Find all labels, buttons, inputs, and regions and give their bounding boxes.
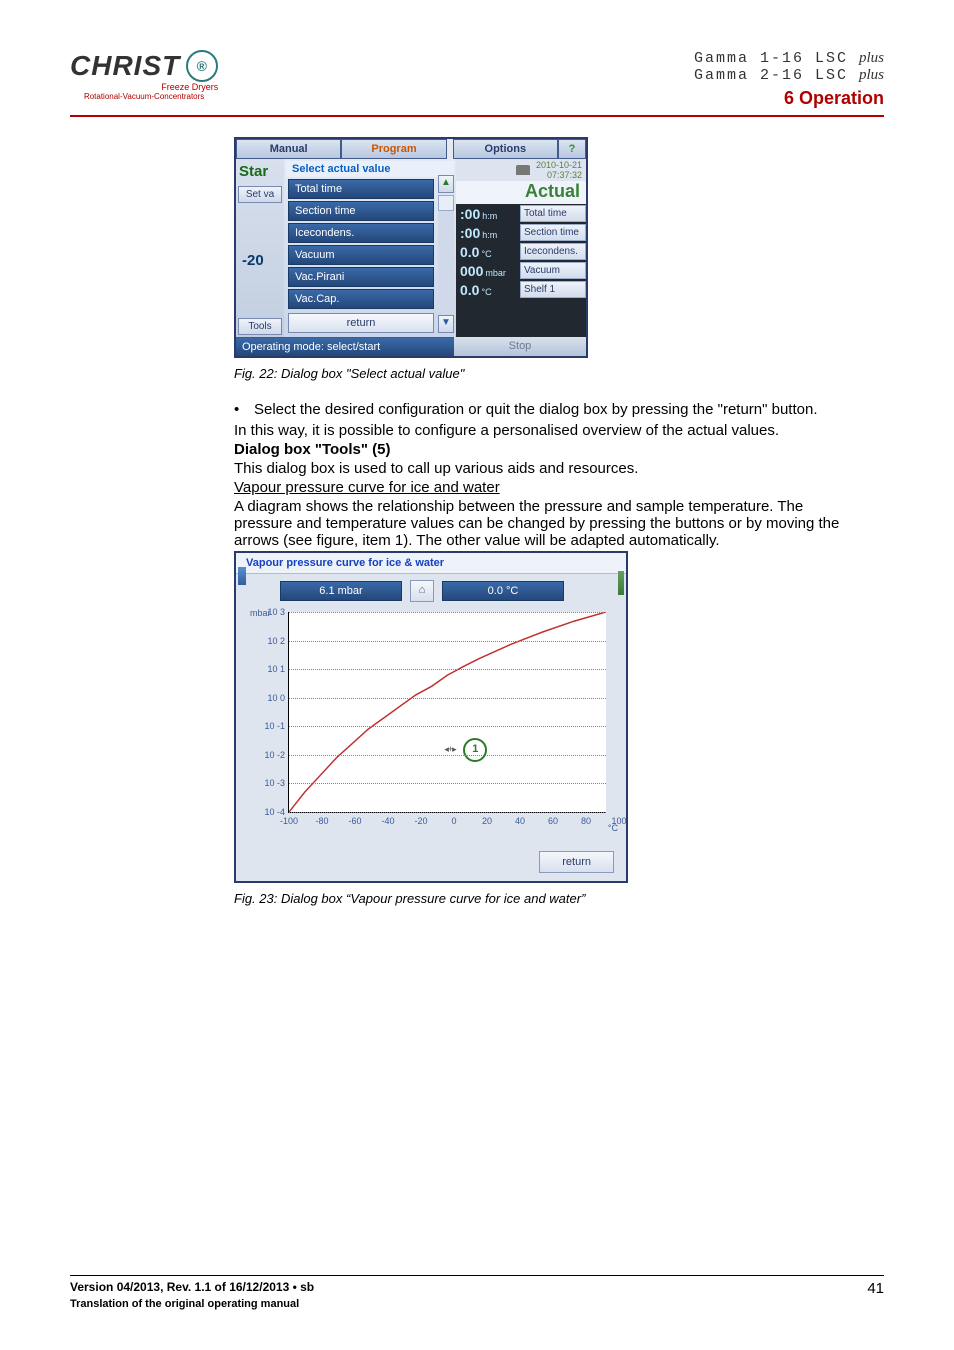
- scroll-down-icon[interactable]: ▼: [438, 315, 454, 333]
- bullet-icon: •: [234, 401, 254, 418]
- printer-icon: [516, 165, 530, 175]
- vapour-pressure-chart: ◂+▸ 1 10 310 210 110 010 -110 -210 -310 …: [288, 612, 606, 813]
- lbl-vacuum[interactable]: Vacuum: [520, 262, 586, 279]
- logo-text: CHRIST: [70, 50, 180, 82]
- y-tick: 10 1: [259, 664, 285, 674]
- header-rule: [70, 115, 884, 117]
- tab-options[interactable]: Options: [453, 139, 558, 159]
- y-tick: 10 -3: [259, 778, 285, 788]
- menu-title: Select actual value: [286, 161, 454, 177]
- footer-stop-button[interactable]: Stop: [454, 337, 586, 356]
- footer-mode-label[interactable]: Operating mode: select/start: [236, 337, 454, 356]
- y-tick: 10 2: [259, 636, 285, 646]
- menu-item-vacuum[interactable]: Vacuum: [288, 245, 434, 265]
- gridline-h: [289, 612, 606, 613]
- actual-label: Actual: [456, 181, 586, 204]
- logo-subtitle-2: Rotational-Vacuum-Concentrators: [70, 92, 218, 101]
- pressure-value-button[interactable]: 6.1 mbar: [280, 581, 402, 601]
- right-edge-strip: [618, 571, 624, 595]
- val-shelf1: 0.0: [460, 282, 479, 298]
- lbl-icecondens[interactable]: Icecondens.: [520, 243, 586, 260]
- home-icon[interactable]: ⌂: [410, 580, 434, 602]
- y-tick: 10 0: [259, 693, 285, 703]
- page-number: 41: [867, 1280, 884, 1310]
- tab-manual[interactable]: Manual: [236, 139, 341, 159]
- left-edge-strip: [238, 567, 246, 585]
- paragraph-tools: This dialog box is used to call up vario…: [234, 460, 864, 477]
- gridline-h: [289, 641, 606, 642]
- paragraph-overview: In this way, it is possible to configure…: [234, 422, 864, 439]
- x-tick: -20: [414, 816, 427, 826]
- val-section-time: :00: [460, 225, 480, 241]
- label-neg20: -20: [236, 248, 284, 273]
- x-tick: -80: [315, 816, 328, 826]
- gridline-h: [289, 726, 606, 727]
- scroll-up-icon[interactable]: ▲: [438, 175, 454, 193]
- figure-23-caption: Fig. 23: Dialog box “Vapour pressure cur…: [234, 891, 864, 906]
- menu-item-vac-cap[interactable]: Vac.Cap.: [288, 289, 434, 309]
- val-icecondens: 0.0: [460, 244, 479, 260]
- paragraph-vapour: A diagram shows the relationship between…: [234, 498, 864, 549]
- y-tick: 10 -1: [259, 721, 285, 731]
- x-tick: 0: [451, 816, 456, 826]
- temperature-value-button[interactable]: 0.0 °C: [442, 581, 564, 601]
- chart-curve: [289, 612, 606, 812]
- x-tick: -100: [280, 816, 298, 826]
- gridline-h: [289, 783, 606, 784]
- subheading-vapour: Vapour pressure curve for ice and water: [234, 479, 864, 496]
- val-vacuum: 000: [460, 263, 483, 279]
- tools-button[interactable]: Tools: [238, 318, 282, 335]
- menu-item-section-time[interactable]: Section time: [288, 201, 434, 221]
- dialog-vapour-pressure: Vapour pressure curve for ice & water 6.…: [234, 551, 628, 883]
- label-star: Star: [236, 159, 284, 184]
- logo-subtitle-1: Freeze Dryers: [70, 82, 218, 92]
- x-axis-unit: °C: [608, 823, 618, 833]
- tab-help[interactable]: ?: [558, 139, 586, 159]
- tab-program[interactable]: Program: [341, 139, 446, 159]
- lbl-section-time[interactable]: Section time: [520, 224, 586, 241]
- lbl-total-time[interactable]: Total time: [520, 205, 586, 222]
- footer-rule: [70, 1275, 884, 1276]
- dialog2-title: Vapour pressure curve for ice & water: [236, 553, 626, 574]
- scrollbar-track[interactable]: [438, 195, 454, 313]
- y-tick: 10 -2: [259, 750, 285, 760]
- x-tick: -40: [381, 816, 394, 826]
- lbl-shelf1[interactable]: Shelf 1: [520, 281, 586, 298]
- x-tick: 20: [482, 816, 492, 826]
- gridline-h: [289, 755, 606, 756]
- dialog-select-actual-value: Manual Program Options ? Star Set va -20…: [234, 137, 588, 358]
- x-tick: -60: [348, 816, 361, 826]
- figure-22-caption: Fig. 22: Dialog box "Select actual value…: [234, 366, 864, 381]
- status-time: 07:37:32: [536, 170, 582, 180]
- val-total-time: :00: [460, 206, 480, 222]
- heading-tools: Dialog box "Tools" (5): [234, 441, 864, 458]
- y-tick: 10 3: [259, 607, 285, 617]
- status-date: 2010-10-21: [536, 160, 582, 170]
- gridline-h: [289, 669, 606, 670]
- menu-item-vac-pirani[interactable]: Vac.Pirani: [288, 267, 434, 287]
- dialog2-return-button[interactable]: return: [539, 851, 614, 873]
- model-line-2: Gamma 2-16 LSC plus: [694, 67, 884, 84]
- gridline-h: [289, 698, 606, 699]
- x-tick: 60: [548, 816, 558, 826]
- label-set-value[interactable]: Set va: [238, 186, 282, 203]
- logo-swirl-icon: ®: [186, 50, 218, 82]
- menu-return-button[interactable]: return: [288, 313, 434, 333]
- gridline-h: [289, 812, 606, 813]
- x-tick: 40: [515, 816, 525, 826]
- model-line-1: Gamma 1-16 LSC plus: [694, 50, 884, 67]
- menu-item-total-time[interactable]: Total time: [288, 179, 434, 199]
- bullet-text: Select the desired configuration or quit…: [254, 401, 818, 418]
- brand-logo: CHRIST ® Freeze Dryers Rotational-Vacuum…: [70, 50, 218, 101]
- footer-translation: Translation of the original operating ma…: [70, 1298, 314, 1310]
- section-heading: 6 Operation: [694, 88, 884, 109]
- footer-version: Version 04/2013, Rev. 1.1 of 16/12/2013 …: [70, 1280, 314, 1294]
- x-tick: 80: [581, 816, 591, 826]
- menu-item-icecondens[interactable]: Icecondens.: [288, 223, 434, 243]
- crosshair-marker[interactable]: ◂+▸: [444, 744, 455, 755]
